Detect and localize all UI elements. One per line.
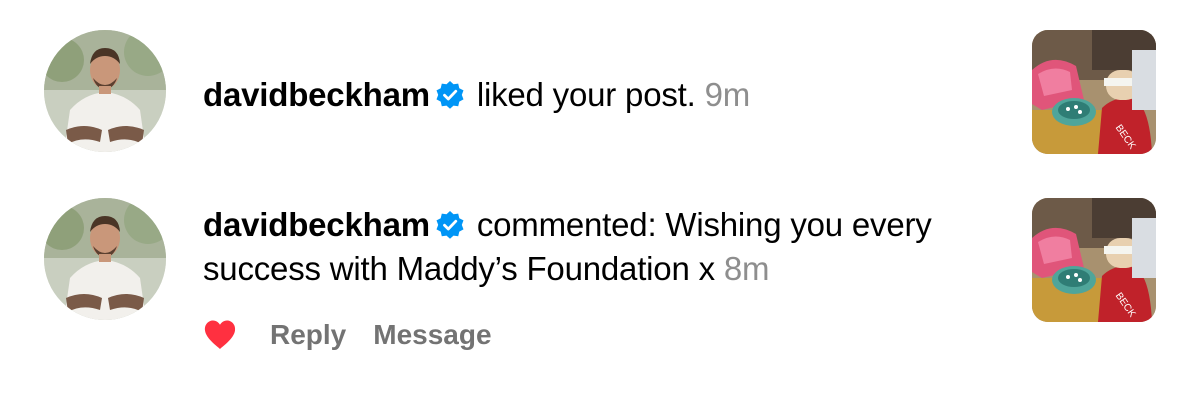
heart-icon[interactable] (203, 318, 237, 352)
message-button[interactable]: Message (373, 319, 491, 351)
post-thumbnail[interactable]: BECK (1032, 30, 1156, 154)
activity-feed: davidbeckham liked your post. 9m BECK da… (0, 0, 1200, 401)
notification-text: davidbeckham commented: Wishing you ever… (203, 203, 1003, 291)
verified-badge-icon (435, 210, 465, 240)
verified-badge-icon (435, 80, 465, 110)
username-link[interactable]: davidbeckham (203, 206, 430, 243)
timestamp: 8m (723, 250, 770, 287)
timestamp: 9m (704, 76, 751, 113)
comment-actions: Reply Message (203, 315, 519, 355)
reply-button[interactable]: Reply (270, 319, 346, 351)
notification-like[interactable]: davidbeckham liked your post. 9m BECK (0, 30, 1200, 154)
username-link[interactable]: davidbeckham (203, 76, 430, 113)
user-avatar[interactable] (44, 198, 166, 320)
action-text: liked your post. (476, 76, 696, 113)
notification-comment[interactable]: davidbeckham commented: Wishing you ever… (0, 198, 1200, 368)
post-thumbnail[interactable]: BECK (1032, 198, 1156, 322)
notification-text: davidbeckham liked your post. 9m (203, 73, 983, 117)
user-avatar[interactable] (44, 30, 166, 152)
